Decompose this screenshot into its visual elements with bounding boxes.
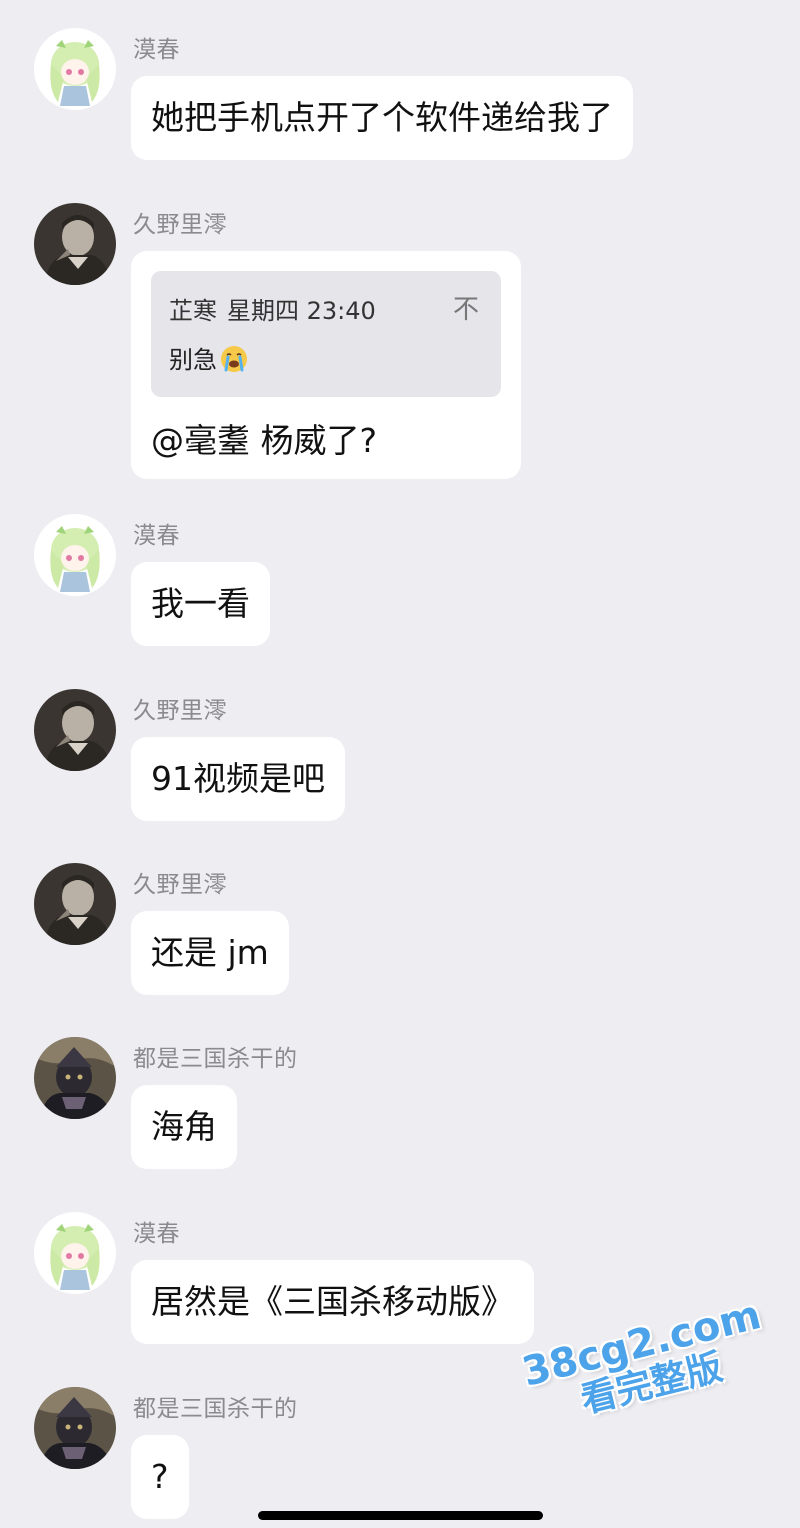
avatar-anime-girl[interactable] [34, 1212, 116, 1294]
message-bubble[interactable]: 海角 [131, 1085, 237, 1169]
sender-name: 久野里澪 [133, 698, 227, 724]
message-bubble[interactable]: 我一看 [131, 562, 270, 646]
sender-name: 漠春 [133, 523, 180, 549]
sender-name: 漠春 [133, 37, 180, 63]
avatar-bw-portrait[interactable] [34, 689, 116, 771]
sender-name: 漠春 [133, 1221, 180, 1247]
message-bubble[interactable]: 她把手机点开了个软件递给我了 [131, 76, 633, 160]
avatar-anime-girl[interactable] [34, 514, 116, 596]
avatar-dark-warrior[interactable] [34, 1037, 116, 1119]
avatar-dark-warrior[interactable] [34, 1387, 116, 1469]
home-indicator[interactable] [258, 1511, 543, 1520]
message-bubble[interactable]: 还是 jm [131, 911, 289, 995]
reply-message-bubble[interactable]: 芷寒 星期四 23:40 别急 不 @毫耋 杨威了? [131, 251, 521, 479]
avatar-bw-portrait[interactable] [34, 863, 116, 945]
quoted-text: 别急 [169, 340, 483, 375]
avatar-anime-girl[interactable] [34, 28, 116, 110]
sender-name: 久野里澪 [133, 212, 227, 238]
quote-jump-icon[interactable]: 不 [453, 289, 479, 326]
sender-name: 久野里澪 [133, 872, 227, 898]
quoted-message[interactable]: 芷寒 星期四 23:40 别急 不 [151, 271, 501, 397]
quoted-author: 芷寒 [169, 297, 217, 325]
quoted-time: 星期四 23:40 [227, 297, 376, 325]
avatar-bw-portrait[interactable] [34, 203, 116, 285]
message-text: @毫耋 杨威了? [151, 421, 378, 460]
sender-name: 都是三国杀干的 [133, 1396, 298, 1422]
watermark: 38cg2.com 看完整版 [518, 1292, 775, 1434]
message-bubble[interactable]: 91视频是吧 [131, 737, 345, 821]
crying-face-emoji [221, 346, 247, 372]
message-bubble[interactable]: 居然是《三国杀移动版》 [131, 1260, 534, 1344]
quoted-message-header: 芷寒 星期四 23:40 [169, 291, 483, 326]
sender-name: 都是三国杀干的 [133, 1046, 298, 1072]
message-bubble[interactable]: ? [131, 1435, 189, 1519]
